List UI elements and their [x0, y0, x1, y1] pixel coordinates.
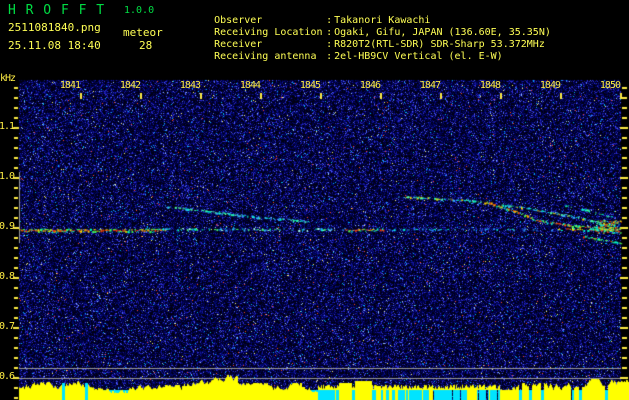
x-axis-tick-label: 1850: [599, 80, 621, 91]
x-axis-tick-label: 1842: [119, 80, 141, 91]
info-label: Receiving Location: [214, 27, 323, 38]
info-value: Ogaki, Gifu, JAPAN (136.60E, 35.35N): [334, 27, 551, 38]
x-axis-tick-label: 1843: [179, 80, 201, 91]
y-axis-tick-label: 0.7: [0, 321, 15, 332]
info-separator: :: [326, 15, 333, 26]
info-label: Receiving antenna: [214, 51, 317, 62]
mode-label: meteor: [123, 26, 163, 39]
info-value: Takanori Kawachi: [334, 15, 431, 26]
hrofft-screenshot: H R O F F T 1.0.0 2511081840.png meteor …: [0, 0, 629, 400]
echo-count: 28: [139, 39, 153, 52]
info-label: Receiver: [214, 39, 263, 50]
x-axis-tick-label: 1849: [539, 80, 561, 91]
x-axis-tick-label: 1848: [479, 80, 501, 91]
app-title: H R O F F T: [8, 3, 106, 18]
info-value: 2el-HB9CV Vertical (el. E-W): [334, 51, 503, 62]
info-label: Observer: [214, 15, 263, 26]
y-axis-tick-label: 0.8: [0, 271, 15, 282]
info-separator: :: [326, 39, 333, 50]
x-axis-tick-label: 1847: [419, 80, 441, 91]
info-row-observer: Observer: Takanori Kawachi: [178, 3, 551, 26]
x-axis-tick-label: 1844: [239, 80, 261, 91]
station-info: Observer: Takanori Kawachi Receiving Loca…: [178, 3, 551, 62]
y-axis-tick-label: 1.1: [0, 121, 15, 132]
app-version: 1.0.0: [124, 5, 155, 16]
y-axis-tick-label: 1.0: [0, 171, 15, 182]
observation-datetime: 25.11.08 18:40: [8, 39, 101, 52]
y-axis-tick-label: 0.9: [0, 221, 15, 232]
y-axis-tick-label: 0.6: [0, 371, 15, 382]
output-filename: 2511081840.png: [8, 21, 101, 34]
info-separator: :: [326, 51, 333, 62]
x-axis-tick-label: 1846: [359, 80, 381, 91]
info-value: R820T2(RTL-SDR) SDR-Sharp 53.372MHz: [334, 39, 545, 50]
x-axis-tick-label: 1845: [299, 80, 321, 91]
info-separator: :: [326, 27, 333, 38]
x-axis-tick-label: 1841: [59, 80, 81, 91]
y-axis-unit-label: kHz: [0, 73, 16, 84]
